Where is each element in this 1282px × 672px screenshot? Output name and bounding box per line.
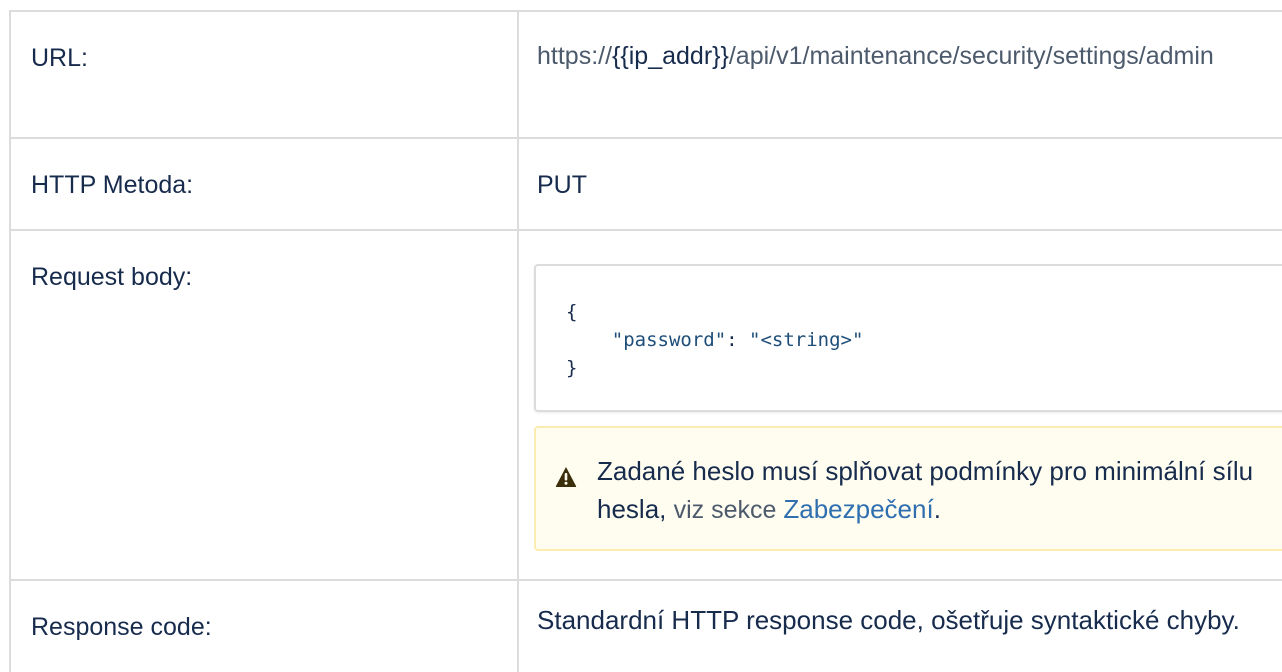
- table-row-method: HTTP Metoda: PUT: [9, 137, 1282, 231]
- url-path: /api/v1/maintenance/security/settings/ad…: [728, 42, 1214, 70]
- method-label: HTTP Metoda:: [31, 171, 194, 199]
- api-spec-table: URL: https://{{ip_addr}}/api/v1/maintena…: [9, 10, 1282, 672]
- label-cell: Response code:: [9, 579, 519, 672]
- table-row-request-body: Request body: { "password": "<string>" }…: [9, 229, 1282, 581]
- response-code-label: Response code:: [31, 613, 212, 641]
- code-block-panel: { "password": "<string>" }: [534, 264, 1282, 412]
- code-colon: :: [726, 329, 750, 351]
- value-cell: Standardní HTTP response code, ošetřuje …: [517, 579, 1282, 672]
- code-block: { "password": "<string>" }: [536, 266, 1282, 382]
- warning-see-section: viz sekce: [673, 496, 784, 524]
- warning-message: Zadané heslo musí splňovat podmínky pro …: [597, 452, 1277, 529]
- url-label: URL:: [31, 44, 88, 72]
- value-cell: PUT: [517, 137, 1282, 231]
- table-row-url: URL: https://{{ip_addr}}/api/v1/maintena…: [9, 10, 1282, 139]
- label-cell: URL:: [9, 10, 519, 139]
- value-cell: { "password": "<string>" } Zadané heslo …: [517, 229, 1282, 581]
- warning-panel: Zadané heslo musí splňovat podmínky pro …: [534, 426, 1282, 551]
- code-close-brace: }: [566, 357, 578, 379]
- method-value: PUT: [537, 171, 587, 199]
- code-key: "password": [611, 329, 727, 351]
- table-row-response-code: Response code: Standardní HTTP response …: [9, 579, 1282, 672]
- label-cell: HTTP Metoda:: [9, 137, 519, 231]
- url-value: https://{{ip_addr}}/api/v1/maintenance/s…: [519, 12, 1282, 75]
- code-value: "<string>": [749, 329, 864, 351]
- request-body-label: Request body:: [31, 263, 193, 291]
- url-ip-placeholder: {{ip_addr}}: [612, 42, 729, 70]
- label-cell: Request body:: [9, 229, 519, 581]
- code-open-brace: {: [566, 301, 578, 323]
- response-code-value: Standardní HTTP response code, ošetřuje …: [537, 605, 1240, 635]
- url-prefix: https://: [537, 42, 613, 70]
- warning-triangle-icon: [555, 467, 577, 487]
- warning-period: .: [933, 494, 941, 524]
- security-section-link[interactable]: Zabezpečení: [783, 494, 933, 524]
- value-cell: https://{{ip_addr}}/api/v1/maintenance/s…: [517, 10, 1282, 139]
